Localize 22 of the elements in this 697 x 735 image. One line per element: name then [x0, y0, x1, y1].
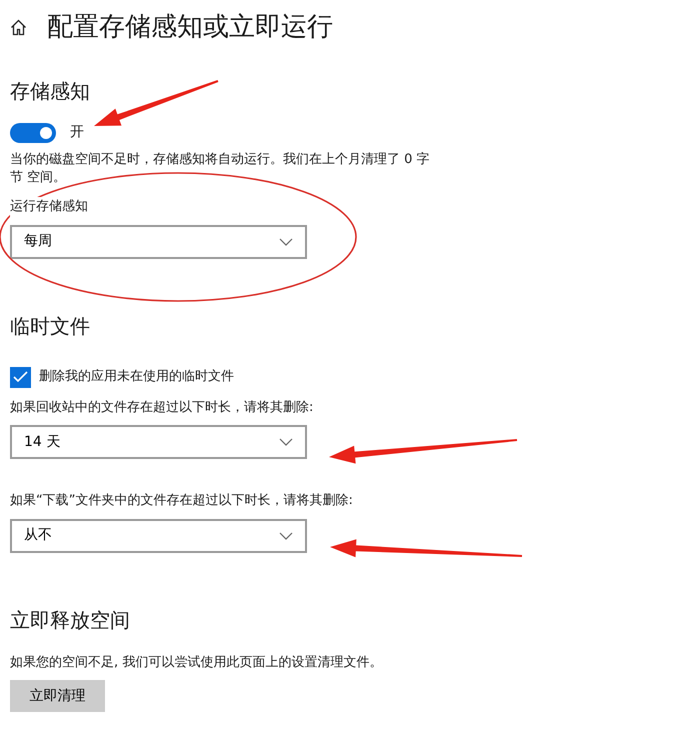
description-text: 如果您的空间不足, 我们可以尝试使用此页面上的设置清理文件。 — [10, 654, 384, 672]
dropdown[interactable]: 14 天 — [10, 425, 307, 459]
checkbox-label: 删除我的应用未在使用的临时文件 — [39, 368, 234, 386]
toggle-switch[interactable] — [10, 122, 56, 142]
section-heading: 立即释放空间 — [10, 606, 130, 634]
dropdown[interactable]: 从不 — [10, 518, 307, 552]
description-text: 当你的磁盘空间不足时，存储感知将自动运行。我们在上个月清理了 0 字节 空间。 — [10, 151, 431, 187]
field-label: 如果“下载”文件夹中的文件存在超过以下时长，请将其删除: — [10, 492, 354, 510]
chevron-down-icon — [279, 238, 293, 246]
field-label: 如果回收站中的文件存在超过以下时长，请将其删除: — [10, 398, 314, 416]
section-heading: 存储感知 — [10, 78, 90, 105]
toggle-label: 开 — [70, 123, 84, 142]
chevron-down-icon — [279, 532, 293, 540]
chevron-down-icon — [279, 438, 293, 446]
checkbox[interactable] — [10, 366, 31, 388]
home-icon[interactable] — [10, 18, 27, 36]
clean-now-button[interactable]: 立即清理 — [10, 680, 105, 712]
page-title: 配置存储感知或立即运行 — [47, 10, 333, 44]
checkmark-icon — [13, 371, 28, 383]
field-label: 运行存储感知 — [10, 197, 88, 216]
section-heading: 临时文件 — [10, 312, 90, 340]
dropdown[interactable]: 每周 — [10, 224, 307, 258]
